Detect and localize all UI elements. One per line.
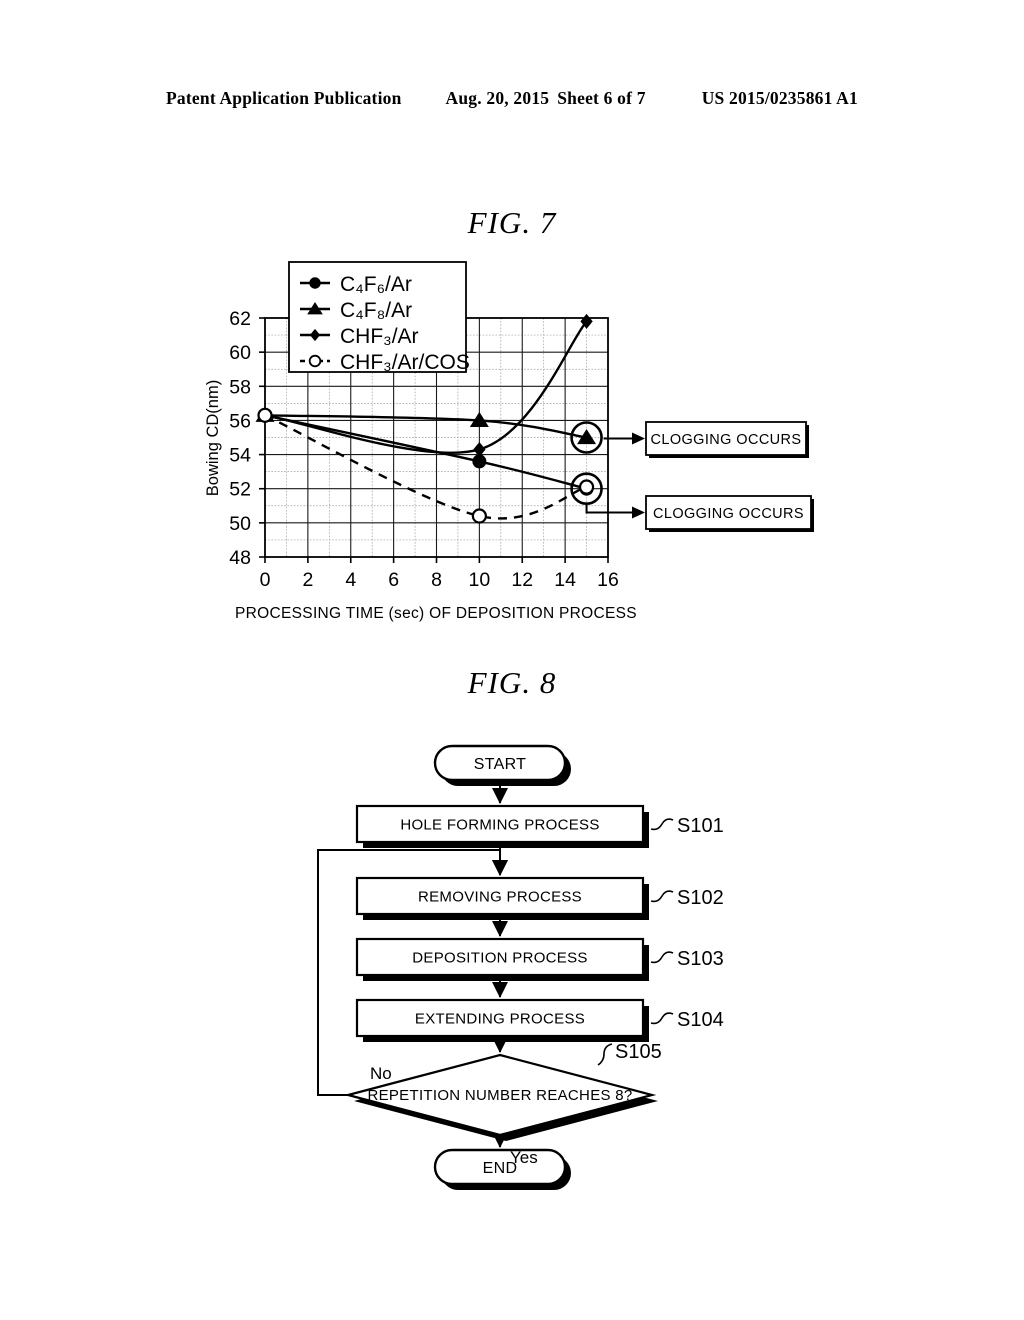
annotation-label: CLOGGING OCCURS <box>650 432 801 448</box>
page-header: Patent Application Publication Aug. 20, … <box>0 88 1024 109</box>
chart-y-tick: 62 <box>229 308 251 330</box>
process-box-label-1: REMOVING PROCESS <box>418 889 582 906</box>
chart-annotation-1: CLOGGING OCCURS <box>645 495 814 532</box>
chart-marker-filled-circle <box>309 277 321 289</box>
figure-7-chart: 48 50 52 54 56 58 60 62 0 2 4 6 8 10 12 14 16 Bowing CD… <box>0 250 1024 640</box>
chart-annotation-arrowheads <box>632 432 645 519</box>
chart-x-tick: 10 <box>469 569 491 591</box>
chart-annotation-0: CLOGGING OCCURS <box>645 421 809 458</box>
chart-series-line <box>264 414 587 520</box>
chart-legend: C₄F₆/Ar C₄F₈/Ar CHF₃/Ar CHF₃/Ar/COS <box>288 261 470 374</box>
chart-x-tick: 2 <box>302 569 313 591</box>
legend-label: CHF₃/Ar/COS <box>340 351 470 374</box>
legend-label: C₄F₈/Ar <box>340 299 412 322</box>
figure-7-title: FIG. 7 <box>467 205 557 240</box>
process-box-label-2: DEPOSITION PROCESS <box>412 950 587 967</box>
process-box-label-3: EXTENDING PROCESS <box>415 1011 585 1028</box>
decision-tag: S105 <box>615 1041 662 1063</box>
chart-x-tick: 14 <box>554 569 576 591</box>
decision-node-label: REPETITION NUMBER REACHES 8? <box>367 1087 632 1104</box>
figure-8-title: FIG. 8 <box>467 665 557 700</box>
chart-y-tick: 48 <box>229 547 251 569</box>
process-box-label-0: HOLE FORMING PROCESS <box>400 817 599 834</box>
annotation-arrow-1 <box>585 504 632 514</box>
chart-y-tick: 50 <box>229 513 251 535</box>
legend-label: CHF₃/Ar <box>340 325 419 348</box>
chart-x-tick: 6 <box>388 569 399 591</box>
chart-y-tick-labels: 48 50 52 54 56 58 60 62 <box>229 308 251 569</box>
header-document-number: US 2015/0235861 A1 <box>701 88 858 108</box>
chart-x-tick: 12 <box>511 569 533 591</box>
chart-x-tick: 8 <box>431 569 442 591</box>
chart-marker-open-circle <box>578 479 595 495</box>
legend-label: C₄F₆/Ar <box>340 273 412 296</box>
header-publication: Patent Application Publication <box>166 88 402 108</box>
annotation-label: CLOGGING OCCURS <box>653 506 804 522</box>
header-sheet: Sheet 6 of 7 <box>557 88 646 108</box>
decision-tag-leader <box>597 1043 613 1066</box>
annotation-arrowhead-1 <box>632 506 645 519</box>
branch-label-no: No <box>370 1064 392 1083</box>
step-tag-leader-0 <box>650 818 674 831</box>
step-tag-0: S101 <box>677 815 724 837</box>
chart-y-tick: 56 <box>229 410 251 432</box>
chart-marker-open-circle <box>257 407 273 423</box>
annotation-arrowhead-0 <box>632 432 645 445</box>
start-node-label: START <box>474 756 526 773</box>
step-tag-3: S104 <box>677 1009 724 1031</box>
step-tag-1: S102 <box>677 887 724 909</box>
step-tag-2: S103 <box>677 948 724 970</box>
chart-x-tick: 0 <box>260 569 271 591</box>
chart-x-axis-label: PROCESSING TIME (sec) OF DEPOSITION PROC… <box>235 605 637 622</box>
chart-x-tick: 16 <box>597 569 619 591</box>
chart-y-tick: 54 <box>229 445 251 467</box>
chart-y-tick: 52 <box>229 479 251 501</box>
chart-annotation-boxes: CLOGGING OCCURS CLOGGING OCCURS <box>645 421 814 532</box>
chart-x-tick-labels: 0 2 4 6 8 10 12 14 16 <box>260 569 619 591</box>
chart-x-tick: 4 <box>345 569 356 591</box>
step-tag-leader-1 <box>650 890 674 903</box>
chart-marker-open-circle <box>308 354 322 368</box>
chart-y-tick: 58 <box>229 376 251 398</box>
step-tag-leader-2 <box>650 951 674 964</box>
step-tag-leader-3 <box>650 1012 674 1025</box>
branch-label-yes: Yes <box>510 1148 538 1167</box>
figure-8-flowchart: START HOLE FORMING PROCESS S101 REMOVING PR… <box>0 710 1024 1210</box>
chart-marker-open-circle <box>471 508 487 524</box>
header-date: Aug. 20, 2015 <box>445 88 550 108</box>
chart-y-tick: 60 <box>229 342 251 364</box>
chart-y-axis-label: Bowing CD(nm) <box>204 380 222 496</box>
